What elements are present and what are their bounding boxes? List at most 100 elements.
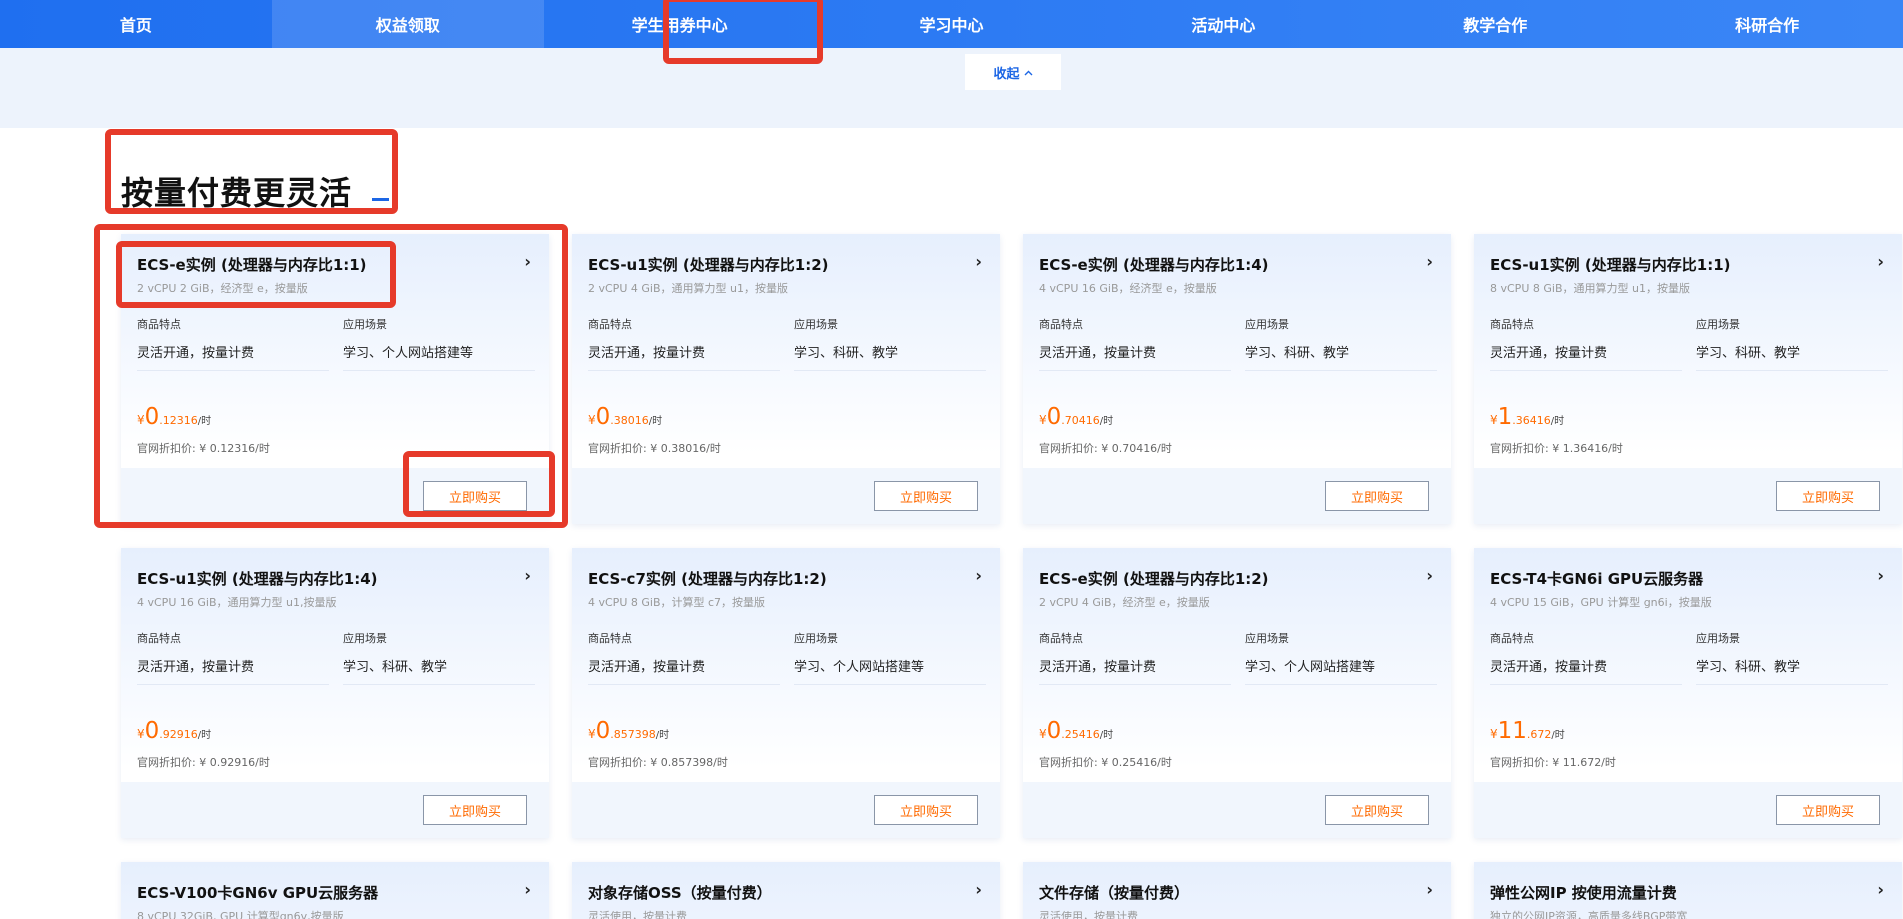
product-card[interactable]: ECS-u1实例 (处理器与内存比1:1) › 8 vCPU 8 GiB，通用算力型… [1474, 234, 1902, 524]
chevron-right-icon[interactable]: › [524, 566, 531, 585]
original-price: 官网折扣价: ¥ 11.672/时 [1490, 756, 1616, 769]
top-nav: 首页 权益领取 学生用券中心 学习中心 活动中心 教学合作 科研合作 [0, 0, 1903, 48]
price-integer: 0 [1046, 404, 1062, 430]
product-spec: 4 vCPU 16 GiB，经济型 e，按量版 [1039, 282, 1217, 295]
price-currency: ¥ [1039, 413, 1047, 427]
chevron-right-icon[interactable]: › [524, 880, 531, 899]
price-integer: 1 [1497, 404, 1513, 430]
product-card[interactable]: ECS-V100卡GN6v GPU云服务器 › 8 vCPU 32GiB, GPU … [121, 862, 549, 919]
price-integer: 0 [1046, 718, 1062, 744]
feature-column: 商品特点灵活开通，按量计费 [1490, 630, 1682, 685]
chevron-right-icon[interactable]: › [1426, 252, 1433, 271]
chevron-right-icon[interactable]: › [1877, 880, 1884, 899]
nav-dropdown-area [0, 48, 1903, 128]
chevron-right-icon[interactable]: › [1877, 566, 1884, 585]
buy-now-button[interactable]: 立即购买 [1325, 481, 1429, 511]
product-card[interactable]: ECS-e实例 (处理器与内存比1:1) › 2 vCPU 2 GiB，经济型 e，… [121, 234, 549, 524]
product-name: ECS-e实例 (处理器与内存比1:1) [137, 256, 367, 274]
scenario-value: 学习、个人网站搭建等 [1245, 656, 1437, 685]
nav-item-home[interactable]: 首页 [0, 0, 272, 48]
price-decimal: .672 [1526, 728, 1552, 741]
original-price: 官网折扣价: ¥ 0.857398/时 [588, 756, 728, 769]
scenario-value: 学习、科研、教学 [794, 342, 986, 371]
collapse-button[interactable]: 收起 [965, 54, 1061, 90]
scenario-value: 学习、科研、教学 [1245, 342, 1437, 371]
feature-value: 灵活开通，按量计费 [1039, 342, 1231, 371]
original-price: 官网折扣价: ¥ 0.25416/时 [1039, 756, 1172, 769]
scenario-value: 学习、科研、教学 [1696, 656, 1888, 685]
chevron-right-icon[interactable]: › [1426, 566, 1433, 585]
product-name: ECS-u1实例 (处理器与内存比1:1) [1490, 256, 1731, 274]
feature-column: 商品特点灵活开通，按量计费 [137, 316, 329, 371]
product-spec: 8 vCPU 32GiB, GPU 计算型gn6v,按量版 [137, 910, 344, 919]
feature-label: 商品特点 [137, 632, 181, 645]
card-footer: 立即购买 [1023, 468, 1451, 524]
product-card[interactable]: ECS-u1实例 (处理器与内存比1:2) › 2 vCPU 4 GiB，通用算力型… [572, 234, 1000, 524]
title-underline [372, 198, 389, 201]
feature-label: 商品特点 [137, 318, 181, 331]
buy-now-button[interactable]: 立即购买 [423, 481, 527, 511]
buy-now-button[interactable]: 立即购买 [1776, 795, 1880, 825]
nav-item-coupon-center[interactable]: 学生用券中心 [544, 0, 816, 48]
product-spec: 4 vCPU 15 GiB，GPU 计算型 gn6i，按量版 [1490, 596, 1712, 609]
chevron-right-icon[interactable]: › [1877, 252, 1884, 271]
price: ¥0.857398/时 [588, 718, 669, 744]
feature-column: 商品特点 灵活开通，按量计费 [137, 630, 329, 685]
nav-item-teaching[interactable]: 教学合作 [1359, 0, 1631, 48]
price-unit: /时 [197, 416, 212, 427]
product-card[interactable]: ECS-T4卡GN6i GPU云服务器 › 4 vCPU 15 GiB，GPU 计算… [1474, 548, 1902, 838]
chevron-right-icon[interactable]: › [1426, 880, 1433, 899]
scenario-column: 应用场景 学习、科研、教学 [1696, 630, 1888, 685]
product-name: ECS-T4卡GN6i GPU云服务器 [1490, 570, 1704, 588]
buy-now-button[interactable]: 立即购买 [1325, 795, 1429, 825]
feature-label: 商品特点 [1490, 632, 1534, 645]
card-footer: 立即购买 [1474, 782, 1902, 838]
chevron-right-icon[interactable]: › [975, 566, 982, 585]
price-currency: ¥ [1039, 727, 1047, 741]
product-card[interactable]: 弹性公网IP 按使用流量计费 › 独立的公网IP资源，高质量多线BGP带宽 [1474, 862, 1902, 919]
buy-now-button[interactable]: 立即购买 [874, 795, 978, 825]
product-name: ECS-e实例 (处理器与内存比1:2) [1039, 570, 1269, 588]
price-decimal: .36416 [1512, 414, 1551, 427]
feature-value: 灵活开通，按量计费 [1039, 656, 1231, 685]
scenario-value: 学习、个人网站搭建等 [794, 656, 986, 685]
nav-item-events[interactable]: 活动中心 [1087, 0, 1359, 48]
scenario-label: 应用场景 [1245, 632, 1289, 645]
product-card[interactable]: ECS-c7实例 (处理器与内存比1:2) › 4 vCPU 8 GiB，计算型 c… [572, 548, 1000, 838]
feature-column: 商品特点 灵活开通，按量计费 [588, 316, 780, 371]
buy-now-button[interactable]: 立即购买 [423, 795, 527, 825]
nav-item-research[interactable]: 科研合作 [1631, 0, 1903, 48]
product-name: ECS-u1实例 (处理器与内存比1:4) [137, 570, 378, 588]
price-unit: /时 [1099, 416, 1114, 427]
original-price: 官网折扣价: ¥ 0.12316/时 [137, 442, 270, 455]
original-price: 官网折扣价: ¥ 0.38016/时 [588, 442, 721, 455]
product-spec: 2 vCPU 4 GiB，通用算力型 u1，按量版 [588, 282, 788, 295]
product-card[interactable]: ECS-e实例 (处理器与内存比1:4) › 4 vCPU 16 GiB，经济型 e… [1023, 234, 1451, 524]
price-decimal: .857398 [610, 728, 656, 741]
price-decimal: .25416 [1061, 728, 1100, 741]
original-price: 官网折扣价: ¥ 1.36416/时 [1490, 442, 1623, 455]
feature-value: 灵活开通，按量计费 [137, 342, 329, 371]
chevron-right-icon[interactable]: › [524, 252, 531, 271]
product-card[interactable]: ECS-e实例 (处理器与内存比1:2) › 2 vCPU 4 GiB，经济型 e，… [1023, 548, 1451, 838]
product-card[interactable]: ECS-u1实例 (处理器与内存比1:4) › 4 vCPU 16 GiB，通用算力… [121, 548, 549, 838]
product-card[interactable]: 文件存储（按量付费） › 灵活使用，按量计费 [1023, 862, 1451, 919]
scenario-label: 应用场景 [794, 632, 838, 645]
product-spec: 灵活使用，按量计费 [1039, 910, 1138, 919]
price-integer: 0 [144, 404, 160, 430]
nav-item-benefits[interactable]: 权益领取 [271, 0, 544, 48]
buy-now-button[interactable]: 立即购买 [874, 481, 978, 511]
product-name: 文件存储（按量付费） [1039, 884, 1190, 902]
feature-label: 商品特点 [588, 632, 632, 645]
chevron-right-icon[interactable]: › [975, 880, 982, 899]
product-card[interactable]: 对象存储OSS（按量付费） › 灵活使用，按量计费 [572, 862, 1000, 919]
price-currency: ¥ [1490, 413, 1498, 427]
product-spec: 4 vCPU 16 GiB，通用算力型 u1,按量版 [137, 596, 337, 609]
nav-item-learning[interactable]: 学习中心 [816, 0, 1088, 48]
feature-value: 灵活开通，按量计费 [1490, 656, 1682, 685]
price: ¥0.25416/时 [1039, 718, 1113, 744]
buy-now-button[interactable]: 立即购买 [1776, 481, 1880, 511]
price-unit: /时 [648, 416, 663, 427]
chevron-right-icon[interactable]: › [975, 252, 982, 271]
price: ¥0.70416/时 [1039, 404, 1113, 430]
